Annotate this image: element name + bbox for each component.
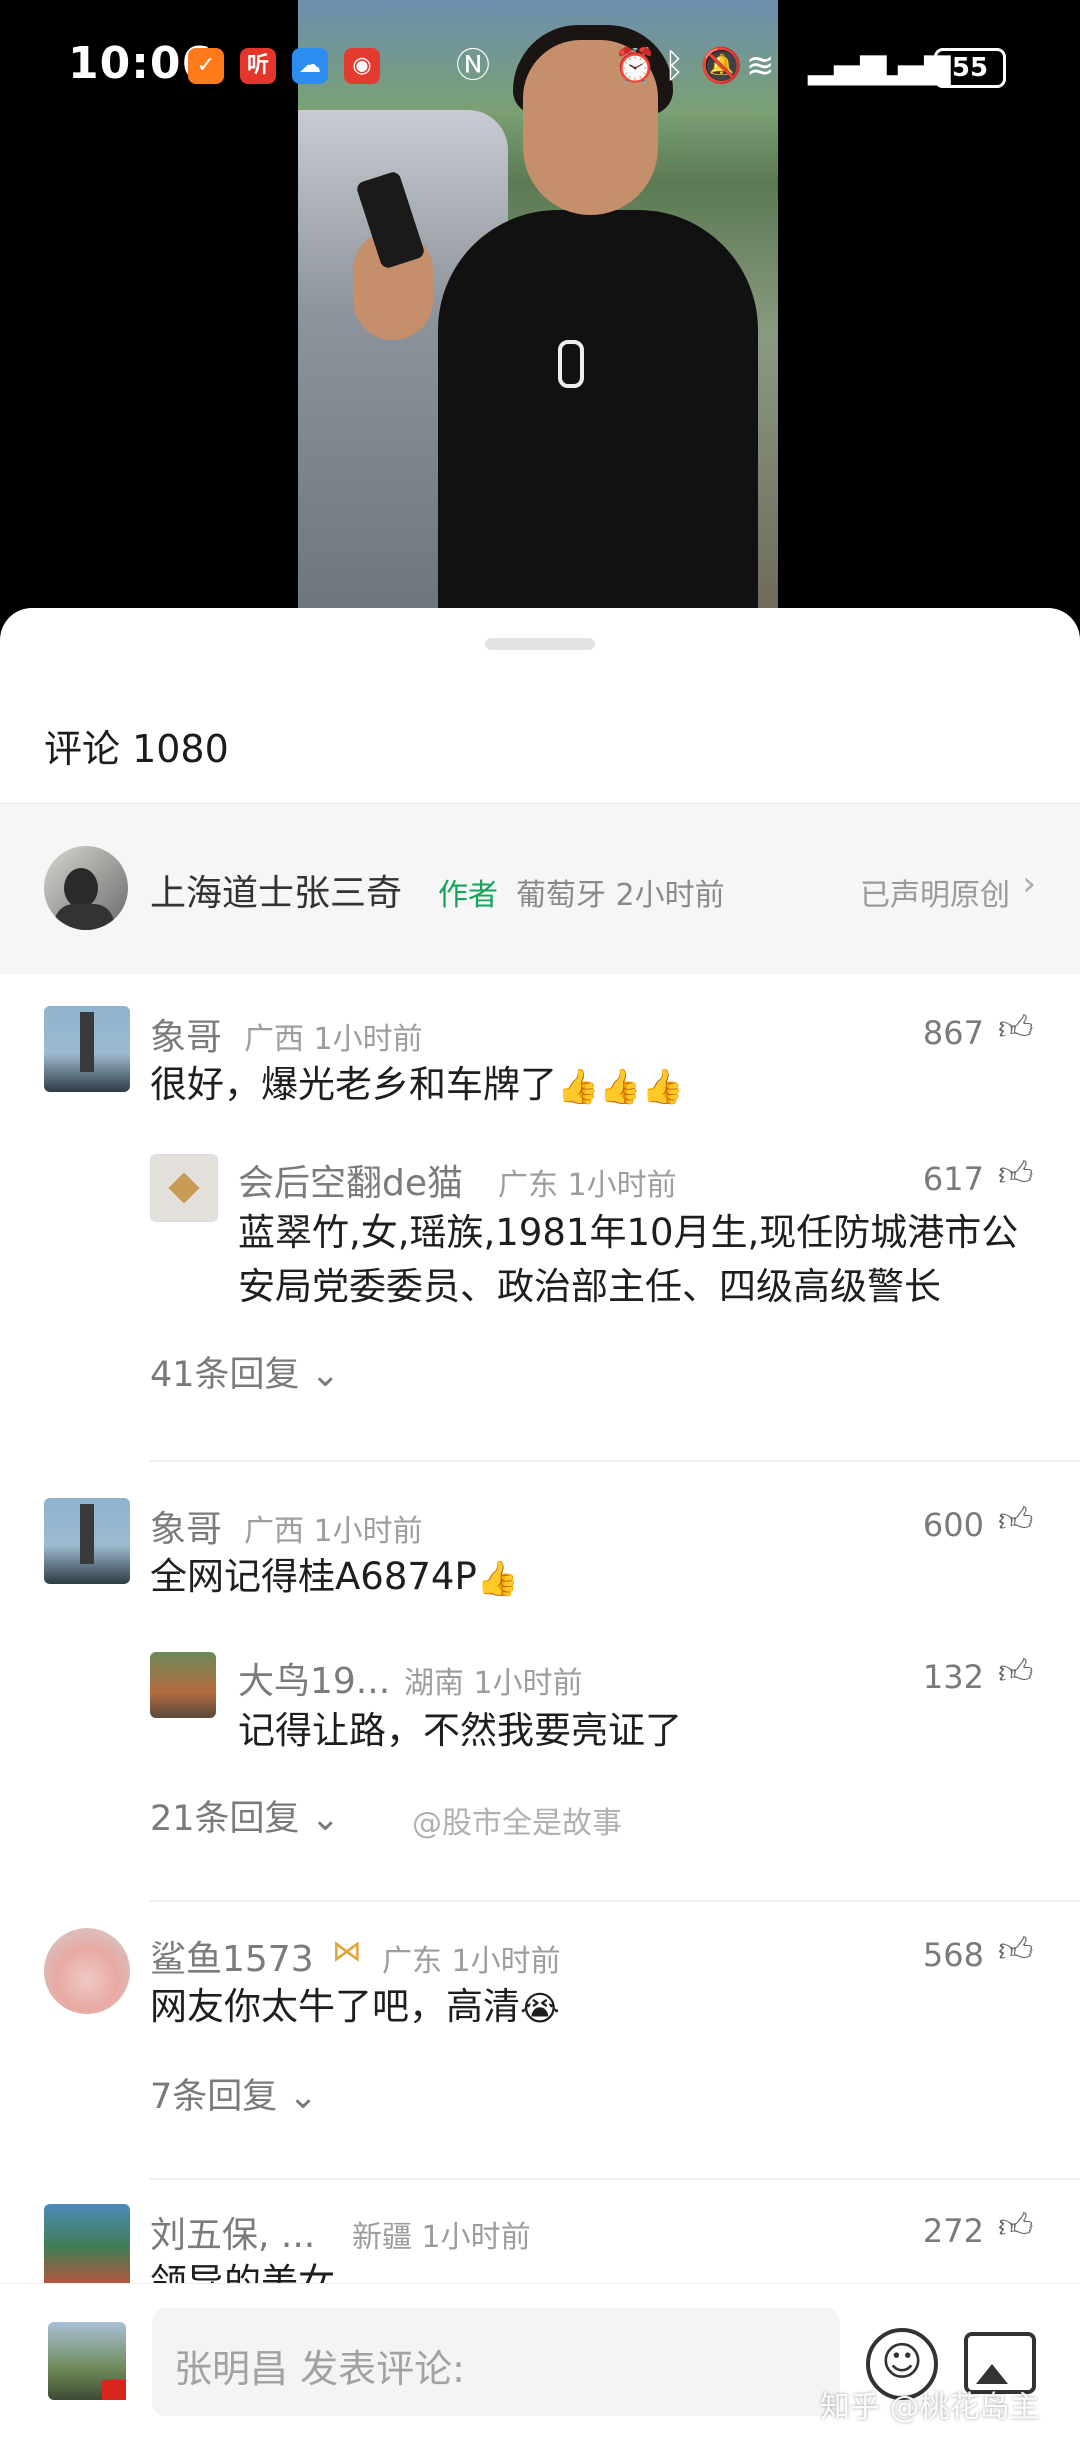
like-count: 272 <box>922 2212 984 2250</box>
bluetooth-icon: ᛒ <box>664 46 685 86</box>
thumbs-up-icon[interactable]: 👍︎ <box>998 1500 1034 1541</box>
nfc-icon: Ⓝ <box>456 46 490 86</box>
divider <box>150 2178 1080 2180</box>
comment-text[interactable]: 网友你太牛了吧，高清😭 <box>150 1980 560 2036</box>
reply-meta: 广东 1小时前 <box>498 1168 677 1203</box>
comment-username[interactable]: 刘五保, ... <box>150 2206 315 2258</box>
author-bar[interactable]: 上海道士张三奇 作者 葡萄牙 2小时前 已声明原创 › <box>0 803 1080 974</box>
reply-username[interactable]: 大鸟19... <box>238 1652 390 1704</box>
thumbs-up-icon[interactable]: 👍︎ <box>998 2206 1034 2247</box>
watermark: 知乎 @桃花岛主 <box>820 2390 1040 2425</box>
author-meta: 葡萄牙 2小时前 <box>516 878 725 913</box>
like-count: 132 <box>922 1658 984 1696</box>
comment-item: 鲨鱼1573 ⋈ 广东 1小时前 568 👍︎ 网友你太牛了吧，高清😭 7条回复… <box>0 1928 1080 2228</box>
weibo-icon: ◉ <box>344 48 380 84</box>
mute-icon: 🔕 <box>700 46 743 86</box>
drag-handle[interactable] <box>485 638 595 650</box>
like-count: 600 <box>922 1506 984 1544</box>
ting-icon: 听 <box>240 48 276 84</box>
comment-text[interactable]: 很好，爆光老乡和车牌了👍👍👍 <box>150 1058 684 1114</box>
comment-input-placeholder: 张明昌 发表评论: <box>174 2347 465 2391</box>
view-replies-button[interactable]: 21条回复 ⌄ <box>150 1790 340 1841</box>
comment-meta: 广东 1小时前 <box>382 1944 561 1979</box>
like-count: 867 <box>922 1014 984 1052</box>
weather-icon: ☁ <box>292 48 328 84</box>
comment-text[interactable]: 全网记得桂A6874P👍 <box>150 1550 519 1606</box>
view-replies-button[interactable]: 7条回复 ⌄ <box>150 2068 318 2119</box>
view-replies-button[interactable]: 41条回复 ⌄ <box>150 1346 340 1397</box>
crying-emoji: 😭 <box>520 1988 560 2029</box>
wifi-icon: ≋ <box>746 46 775 86</box>
user-avatar[interactable] <box>44 2204 130 2290</box>
comment-meta: 新疆 1小时前 <box>352 2220 531 2255</box>
replies-label: 41条回复 <box>150 1355 300 1395</box>
comment-item: 象哥 广西 1小时前 600 👍︎ 全网记得桂A6874P👍 大鸟19... 湖… <box>0 1498 1080 1938</box>
video-player[interactable]: 10:06 ✓ 听 ☁ ◉ Ⓝ ⏰ ᛒ 🔕 ≋ ▂▄▆ ▂▄▆ 55 <box>0 0 1080 640</box>
reply-text[interactable]: 记得让路，不然我要亮证了 <box>238 1704 682 1758</box>
reply-avatar[interactable] <box>150 1652 216 1718</box>
chevron-down-icon: ⌄ <box>299 1799 340 1839</box>
thumbs-up-icon[interactable]: 👍︎ <box>998 1652 1034 1693</box>
replies-label: 7条回复 <box>150 2077 278 2117</box>
comments-title: 评论 1080 <box>44 727 229 771</box>
comment-item: 象哥 广西 1小时前 867 👍︎ 很好，爆光老乡和车牌了👍👍👍 会后空翻de猫… <box>0 1006 1080 1546</box>
vip-badge-icon: ⋈ <box>332 1934 362 1969</box>
taobao-icon: ✓ <box>188 48 224 84</box>
comment-username[interactable]: 鲨鱼1573 <box>150 1930 314 1982</box>
divider <box>150 1900 1080 1902</box>
flag-icon <box>102 2380 126 2400</box>
comment-username[interactable]: 象哥 <box>150 1500 222 1552</box>
like-count: 617 <box>922 1160 984 1198</box>
reply-text[interactable]: 蓝翠竹,女,瑶族,1981年10月生,现任防城港市公安局党委委员、政治部主任、四… <box>238 1206 1038 1314</box>
alarm-icon: ⏰ <box>614 46 657 86</box>
author-avatar[interactable] <box>44 846 128 930</box>
comment-meta: 广西 1小时前 <box>244 1022 423 1057</box>
comment-text-body: 很好，爆光老乡和车牌了 <box>150 1063 557 1106</box>
divider <box>150 1460 1080 1462</box>
thumbs-up-icon[interactable]: 👍︎ <box>998 1008 1034 1049</box>
reply-meta: 湖南 1小时前 <box>404 1666 583 1701</box>
user-avatar[interactable] <box>44 1498 130 1584</box>
thumbs-up-emoji: 👍👍👍 <box>557 1066 685 1107</box>
watermark: @股市全是故事 <box>412 1806 622 1841</box>
user-avatar[interactable] <box>44 1006 130 1092</box>
comment-text-body: 全网记得桂A6874P <box>150 1555 477 1598</box>
original-declaration[interactable]: 已声明原创 <box>860 870 1010 914</box>
comment-username[interactable]: 象哥 <box>150 1008 222 1060</box>
chevron-down-icon: ⌄ <box>277 2077 318 2117</box>
user-avatar[interactable] <box>44 1928 130 2014</box>
like-count: 568 <box>922 1936 984 1974</box>
battery-indicator: 55 <box>934 48 1006 88</box>
status-bar: 10:06 ✓ 听 ☁ ◉ Ⓝ ⏰ ᛒ 🔕 ≋ ▂▄▆ ▂▄▆ 55 <box>0 30 1080 100</box>
author-name[interactable]: 上海道士张三奇 <box>150 864 402 916</box>
comment-sheet: 评论 1080 上海道士张三奇 作者 葡萄牙 2小时前 已声明原创 › 象哥 广… <box>0 608 1080 2437</box>
author-badge: 作者 <box>438 878 498 913</box>
necklace <box>558 340 584 388</box>
comment-meta: 广西 1小时前 <box>244 1514 423 1549</box>
thumbs-up-emoji: 👍 <box>476 1558 520 1599</box>
replies-label: 21条回复 <box>150 1799 300 1839</box>
comment-text-body: 网友你太牛了吧，高清 <box>150 1985 520 2028</box>
comment-input[interactable]: 张明昌 发表评论: <box>152 2308 840 2416</box>
thumbs-up-icon[interactable]: 👍︎ <box>998 1930 1034 1971</box>
chevron-down-icon: ⌄ <box>299 1355 340 1395</box>
reply-avatar[interactable] <box>150 1154 218 1222</box>
thumbs-up-icon[interactable]: 👍︎ <box>998 1154 1034 1195</box>
chevron-right-icon[interactable]: › <box>1022 864 1036 904</box>
person-image <box>438 210 758 610</box>
reply-username[interactable]: 会后空翻de猫 <box>238 1154 463 1206</box>
comment-input-bar: 张明昌 发表评论: ☺ 知乎 @桃花岛主 <box>0 2283 1080 2438</box>
